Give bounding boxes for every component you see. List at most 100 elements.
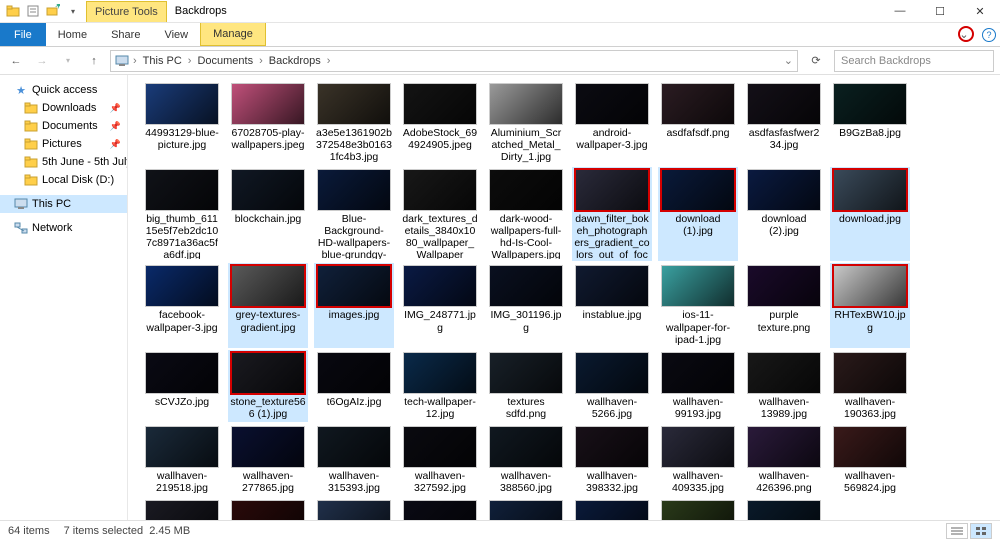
thumbnail xyxy=(661,352,735,394)
file-tile[interactable]: 44993129-blue-picture.jpg xyxy=(142,81,222,165)
thumbnail xyxy=(403,426,477,468)
sidebar-quick-access[interactable]: ★Quick access xyxy=(0,81,127,99)
file-tile[interactable]: wallhaven-327592.jpg xyxy=(400,424,480,496)
sidebar-item[interactable]: Downloads📌 xyxy=(0,99,127,117)
thumbnail xyxy=(403,265,477,307)
sidebar-this-pc[interactable]: This PC xyxy=(0,195,127,213)
history-dropdown-icon[interactable]: ⌄ xyxy=(782,54,795,67)
sidebar-network[interactable]: Network xyxy=(0,219,127,237)
file-tile[interactable]: 67028705-play-wallpapers.jpeg xyxy=(228,81,308,165)
file-tile[interactable]: tech-wallpaper-12.jpg xyxy=(400,350,480,422)
file-tile[interactable]: android-wallpaper-3.jpg xyxy=(572,81,652,165)
sidebar-item[interactable]: Pictures📌 xyxy=(0,135,127,153)
file-tile[interactable]: windows-wallpaper-8.jpg xyxy=(744,498,824,520)
file-tile[interactable]: big_thumb_61115e5f7eb2dc107c8971a36ac5fa… xyxy=(142,167,222,261)
file-tile[interactable]: windows_10_hero_inspired_wallpaper_by_sc… xyxy=(572,498,652,520)
file-tile[interactable]: stone_texture566 (1).jpg xyxy=(228,350,308,422)
file-tile[interactable]: wallhaven-219518.jpg xyxy=(142,424,222,496)
file-tile[interactable]: download (1).jpg xyxy=(658,167,738,261)
file-tile[interactable]: wallhaven-388560.jpg xyxy=(486,424,566,496)
maximize-button[interactable]: ☐ xyxy=(920,0,960,22)
file-tile[interactable]: wallhaven-398332.jpg xyxy=(572,424,652,496)
up-button[interactable]: ↑ xyxy=(84,51,104,71)
file-tile[interactable]: dark_textures_details_3840x1080_wallpape… xyxy=(400,167,480,261)
recent-dropdown-icon[interactable]: ▾ xyxy=(58,51,78,71)
back-button[interactable]: ← xyxy=(6,51,26,71)
file-tile[interactable]: wallpaper-song-whnnnnggg-uinkxx-dubstep-… xyxy=(400,498,480,520)
file-tile[interactable]: Win10TP.png xyxy=(486,498,566,520)
crumb-backdrops[interactable]: Backdrops xyxy=(265,55,325,67)
sidebar-item[interactable]: Documents📌 xyxy=(0,117,127,135)
file-tile[interactable]: instablue.jpg xyxy=(572,263,652,347)
file-tile[interactable]: wallhaven-13989.jpg xyxy=(744,350,824,422)
file-tile[interactable]: blockchain.jpg xyxy=(228,167,308,261)
chevron-right-icon[interactable]: › xyxy=(257,55,265,67)
tab-view[interactable]: View xyxy=(152,23,200,46)
breadcrumb[interactable]: › This PC › Documents › Backdrops › ⌄ xyxy=(110,50,798,72)
file-tile[interactable]: asdfafsdf.png xyxy=(658,81,738,165)
crumb-documents[interactable]: Documents xyxy=(193,55,257,67)
file-tile[interactable]: wallhaven-190363.jpg xyxy=(830,350,910,422)
file-tile[interactable]: Aluminium_Scratched_Metal_Dirty_1.jpg xyxy=(486,81,566,165)
file-tile[interactable]: facebook-wallpaper-3.jpg xyxy=(142,263,222,347)
file-tile[interactable]: ios-11-wallpaper-for-ipad-1.jpg xyxy=(658,263,738,347)
file-tile[interactable]: windows_field_grass_operating_system_743… xyxy=(658,498,738,520)
tab-share[interactable]: Share xyxy=(99,23,152,46)
file-tile[interactable]: images.jpg xyxy=(314,263,394,347)
help-button[interactable]: ? xyxy=(978,23,1000,46)
file-tile[interactable]: wallhaven-315393.jpg xyxy=(314,424,394,496)
view-thumbnails-button[interactable] xyxy=(970,523,992,539)
file-tile[interactable]: wallhaven-99193.jpg xyxy=(658,350,738,422)
tab-home[interactable]: Home xyxy=(46,23,99,46)
thumbnail xyxy=(661,169,735,211)
close-button[interactable]: ✕ xyxy=(960,0,1000,22)
file-tile[interactable]: Blue-Background-HD-wallpapers-blue-grund… xyxy=(314,167,394,261)
thumbnail xyxy=(833,83,907,125)
file-tile[interactable]: RHTexBW10.jpg xyxy=(830,263,910,347)
file-tile[interactable]: wallhaven-5266.jpg xyxy=(572,350,652,422)
file-tile[interactable]: wallhaven-569824.jpg xyxy=(830,424,910,496)
sidebar-item[interactable]: Local Disk (D:) xyxy=(0,171,127,189)
chevron-right-icon[interactable]: › xyxy=(186,55,194,67)
file-tile[interactable]: grey-textures-gradient.jpg xyxy=(228,263,308,347)
file-tile[interactable]: sCVJZo.jpg xyxy=(142,350,222,422)
file-tab[interactable]: File xyxy=(0,23,46,46)
file-tile[interactable]: asdfasfasfwer234.jpg xyxy=(744,81,824,165)
file-tile[interactable]: download (2).jpg xyxy=(744,167,824,261)
ribbon-expand-icon[interactable]: ⌄ xyxy=(950,23,978,46)
file-tile[interactable]: dawn_filter_bokeh_photographers_gradient… xyxy=(572,167,652,261)
file-tile[interactable]: AdobeStock_694924905.jpeg xyxy=(400,81,480,165)
tab-manage[interactable]: Manage xyxy=(200,23,266,46)
file-tile[interactable]: wallhaven-426396.png xyxy=(744,424,824,496)
file-tile[interactable]: B9GzBa8.jpg xyxy=(830,81,910,165)
file-tile[interactable]: wallhaven-409335.jpg xyxy=(658,424,738,496)
sidebar-item[interactable]: 5th June - 5th July xyxy=(0,153,127,171)
file-tile[interactable]: download.jpg xyxy=(830,167,910,261)
file-tile[interactable]: wallpaper Coloured.png xyxy=(314,498,394,520)
file-tile[interactable]: a3e5e1361902b372548e3b01631fc4b3.jpg xyxy=(314,81,394,165)
file-tile[interactable]: dark-wood-wallpapers-full-hd-Is-Cool-Wal… xyxy=(486,167,566,261)
file-tile[interactable]: wallhaven-277865.jpg xyxy=(228,424,308,496)
file-tile[interactable]: t6OgAIz.jpg xyxy=(314,350,394,422)
qat-dropdown-icon[interactable]: ▾ xyxy=(64,2,82,20)
file-name: wallhaven-5266.jpg xyxy=(574,394,650,420)
sidebar-item-label: Documents xyxy=(42,120,98,132)
minimize-button[interactable]: — xyxy=(880,0,920,22)
chevron-right-icon[interactable]: › xyxy=(325,55,333,67)
forward-button[interactable]: → xyxy=(32,51,52,71)
file-tile[interactable]: wallhaven-580705.png xyxy=(228,498,308,520)
chevron-right-icon[interactable]: › xyxy=(131,55,139,67)
view-details-button[interactable] xyxy=(946,523,968,539)
file-tile[interactable]: textures sdfd.png xyxy=(486,350,566,422)
crumb-thispc[interactable]: This PC xyxy=(139,55,186,67)
file-list[interactable]: 44993129-blue-picture.jpg67028705-play-w… xyxy=(128,75,1000,520)
file-tile[interactable]: IMG_301196.jpg xyxy=(486,263,566,347)
search-input[interactable]: Search Backdrops xyxy=(834,50,994,72)
file-tile[interactable]: IMG_248771.jpg xyxy=(400,263,480,347)
file-tile[interactable]: purple texture.png xyxy=(744,263,824,347)
refresh-button[interactable]: ⟳ xyxy=(804,54,828,67)
new-folder-icon[interactable]: ✶ xyxy=(44,2,62,20)
file-tile[interactable]: wallhaven-578057.jpg xyxy=(142,498,222,520)
properties-icon[interactable] xyxy=(24,2,42,20)
file-name: android-wallpaper-3.jpg xyxy=(574,125,650,151)
